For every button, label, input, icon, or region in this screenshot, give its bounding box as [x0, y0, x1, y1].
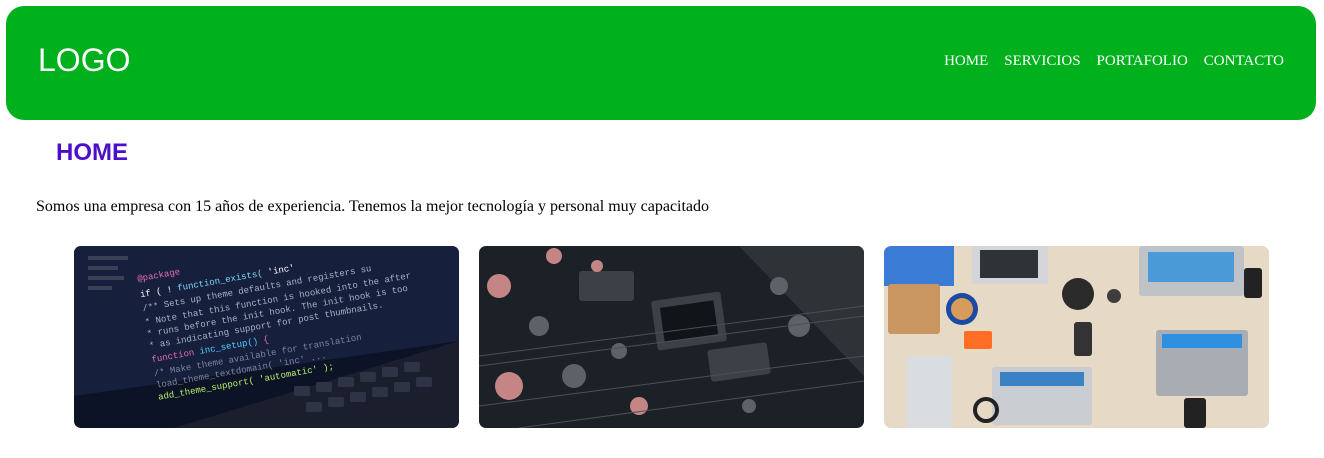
- nav-link-portafolio[interactable]: PORTAFOLIO: [1097, 54, 1188, 69]
- image-gallery: @package if ( ! function_exists( 'inc' /…: [74, 246, 1269, 428]
- page-description: Somos una empresa con 15 años de experie…: [36, 198, 710, 215]
- team-desk-image: [884, 246, 1269, 428]
- nav-link-home[interactable]: HOME: [944, 54, 988, 69]
- logo[interactable]: LOGO: [38, 44, 130, 76]
- nav-link-contacto[interactable]: CONTACTO: [1204, 54, 1284, 69]
- nav-link-servicios[interactable]: SERVICIOS: [1004, 54, 1080, 69]
- page-title: HOME: [56, 139, 128, 166]
- code-screen-image: @package if ( ! function_exists( 'inc' /…: [74, 246, 459, 428]
- circuit-board-image: [479, 246, 864, 428]
- site-header: LOGO HOME SERVICIOS PORTAFOLIO CONTACTO: [6, 6, 1316, 120]
- main-nav: HOME SERVICIOS PORTAFOLIO CONTACTO: [944, 54, 1284, 69]
